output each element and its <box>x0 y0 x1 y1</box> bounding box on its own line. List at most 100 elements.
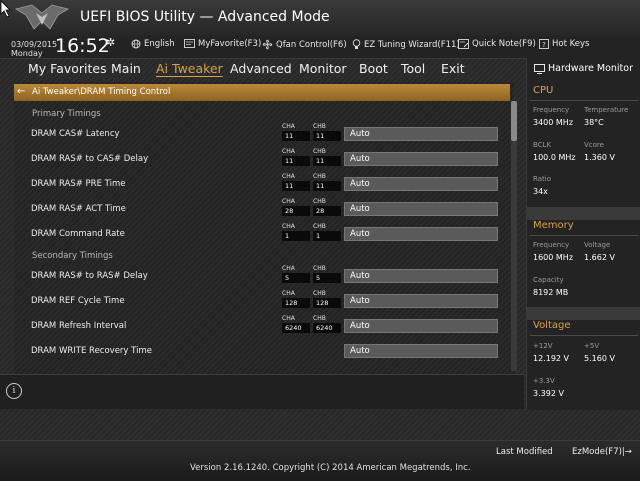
chb-label: CHB <box>313 198 326 205</box>
chb-label: CHB <box>313 290 326 297</box>
bulb-icon <box>352 39 361 49</box>
tab-advanced[interactable]: Advanced <box>230 61 292 76</box>
cpu-frequency-label: Frequency <box>533 106 570 114</box>
ras-to-ras-select[interactable]: Auto <box>344 269 498 283</box>
chb-label: CHB <box>313 148 326 155</box>
chb-value: 5 <box>313 273 341 283</box>
help-description-bar <box>0 374 524 409</box>
divider <box>530 335 638 336</box>
back-arrow-icon[interactable]: ← <box>17 86 25 97</box>
hw-voltage-heading: Voltage <box>533 320 571 331</box>
ratio-value: 34x <box>533 187 548 196</box>
section-secondary-timings: Secondary Timings <box>32 251 113 261</box>
row-label: DRAM RAS# to RAS# Delay <box>31 271 148 281</box>
hw-band <box>527 207 640 220</box>
monitor-icon <box>534 63 545 74</box>
v33-value: 3.392 V <box>533 389 564 398</box>
language-button[interactable]: English <box>131 39 175 49</box>
cha-label: CHA <box>282 148 295 155</box>
ezmode-button[interactable]: EzMode(F7)|→ <box>572 447 632 457</box>
write-recovery-select[interactable]: Auto <box>344 344 498 358</box>
refresh-interval-select[interactable]: Auto <box>344 319 498 333</box>
cha-label: CHA <box>282 315 295 322</box>
chb-label: CHB <box>313 123 326 130</box>
chb-value: 1 <box>313 231 341 241</box>
cha-label: CHA <box>282 123 295 130</box>
v33-label: +3.3V <box>533 377 555 385</box>
cha-label: CHA <box>282 290 295 297</box>
app-title: UEFI BIOS Utility — Advanced Mode <box>80 9 330 25</box>
row-label: DRAM REF Cycle Time <box>31 296 125 306</box>
last-modified-button[interactable]: Last Modified <box>496 447 553 457</box>
hw-band <box>527 307 640 320</box>
ez-tuning-button[interactable]: EZ Tuning Wizard(F11) <box>352 39 460 50</box>
day-text: Monday <box>11 49 43 58</box>
chb-label: CHB <box>313 265 326 272</box>
help-icon: ? <box>539 39 549 49</box>
quick-note-button[interactable]: Quick Note(F9) <box>458 39 536 49</box>
ras-to-cas-select[interactable]: Auto <box>344 152 498 166</box>
cha-label: CHA <box>282 265 295 272</box>
hw-cpu-heading: CPU <box>533 85 554 96</box>
cpu-temperature-value: 38°C <box>584 118 604 127</box>
cha-value: 11 <box>282 156 310 166</box>
gear-icon[interactable]: ✲ <box>106 36 115 49</box>
tab-my-favorites[interactable]: My Favorites <box>28 61 107 76</box>
hardware-monitor-label: Hardware Monitor <box>548 63 633 74</box>
cha-label: CHA <box>282 173 295 180</box>
chb-value: 28 <box>313 206 341 216</box>
mem-voltage-value: 1.662 V <box>584 253 615 262</box>
v12-label: +12V <box>533 342 553 350</box>
divider <box>530 235 638 236</box>
chb-label: CHB <box>313 173 326 180</box>
myfavorite-button[interactable]: MyFavorite(F3) <box>184 39 261 49</box>
favorite-icon <box>184 39 195 48</box>
capacity-value: 8192 MB <box>533 288 569 297</box>
vcore-value: 1.360 V <box>584 153 615 162</box>
qfan-button[interactable]: Qfan Control(F6) <box>262 39 347 50</box>
hardware-monitor-title: Hardware Monitor <box>534 63 633 74</box>
v12-value: 12.192 V <box>533 354 570 363</box>
cpu-temperature-label: Temperature <box>584 106 629 114</box>
command-rate-select[interactable]: Auto <box>344 227 498 241</box>
breadcrumb-path: Ai Tweaker\DRAM Timing Control <box>32 87 171 97</box>
ras-act-select[interactable]: Auto <box>344 202 498 216</box>
hot-keys-button[interactable]: ? Hot Keys <box>539 39 589 49</box>
row-label: DRAM Refresh Interval <box>31 321 127 331</box>
tab-main[interactable]: Main <box>111 61 141 76</box>
chb-value: 6240 <box>313 323 341 333</box>
myfavorite-label: MyFavorite(F3) <box>198 39 262 49</box>
clock[interactable]: 16:52 <box>55 35 110 57</box>
tab-tool[interactable]: Tool <box>401 61 425 76</box>
qfan-label: Qfan Control(F6) <box>276 39 347 50</box>
cha-value: 128 <box>282 298 310 308</box>
cas-latency-select[interactable]: Auto <box>344 127 498 141</box>
cha-value: 11 <box>282 181 310 191</box>
vcore-label: Vcore <box>584 141 604 149</box>
tuf-logo <box>12 3 72 33</box>
section-primary-timings: Primary Timings <box>32 109 101 119</box>
cha-value: 11 <box>282 131 310 141</box>
scrollbar-thumb[interactable] <box>511 101 517 141</box>
mem-voltage-label: Voltage <box>584 241 611 249</box>
row-label: DRAM RAS# to CAS# Delay <box>31 154 149 164</box>
scrollbar-track[interactable] <box>511 101 517 371</box>
language-label: English <box>144 39 175 49</box>
ras-pre-select[interactable]: Auto <box>344 177 498 191</box>
chb-label: CHB <box>313 223 326 230</box>
svg-text:?: ? <box>542 41 546 49</box>
date-text: 03/09/2015 <box>11 40 58 49</box>
quick-note-label: Quick Note(F9) <box>472 39 536 49</box>
info-icon: i <box>6 383 22 399</box>
cha-value: 1 <box>282 231 310 241</box>
row-label: DRAM WRITE Recovery Time <box>31 346 152 356</box>
tab-monitor[interactable]: Monitor <box>299 61 347 76</box>
ratio-label: Ratio <box>533 175 551 183</box>
tab-boot[interactable]: Boot <box>359 61 388 76</box>
tab-exit[interactable]: Exit <box>441 61 465 76</box>
ref-cycle-select[interactable]: Auto <box>344 294 498 308</box>
chb-value: 11 <box>313 181 341 191</box>
chb-value: 11 <box>313 156 341 166</box>
tab-ai-tweaker[interactable]: Ai Tweaker <box>156 61 223 76</box>
capacity-label: Capacity <box>533 276 564 284</box>
